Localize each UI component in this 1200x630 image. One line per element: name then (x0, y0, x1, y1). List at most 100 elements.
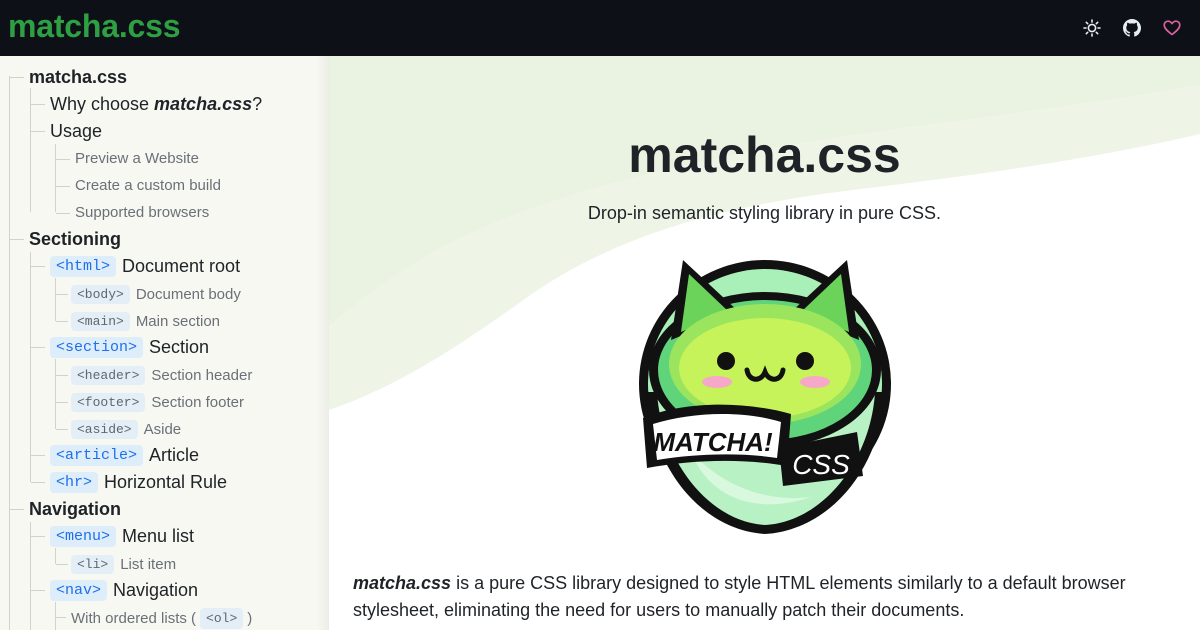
sidebar-item-label: Create a custom build (75, 176, 221, 194)
code-tag: <menu> (50, 525, 117, 547)
tree-line (31, 455, 45, 456)
tree-line (10, 509, 24, 510)
sidebar-item-header[interactable]: <header> Section header (71, 365, 252, 385)
sidebar-item-hr[interactable]: <hr> Horizontal Rule (50, 470, 227, 494)
sidebar-item-section[interactable]: <section> Section (50, 335, 209, 359)
sidebar-item-label: Navigation (113, 579, 199, 600)
mascot-css-text: CSS (792, 449, 850, 480)
code-tag: <ol> (200, 607, 244, 629)
tree-line (31, 590, 45, 591)
sidebar-item-label: Section footer (151, 393, 244, 411)
top-bar: matcha.css (0, 0, 1200, 56)
tree-line (56, 429, 68, 430)
heart-icon[interactable] (1158, 14, 1186, 42)
sidebar-item-main[interactable]: <main> Main section (71, 311, 220, 331)
sidebar-item-custom-build[interactable]: Create a custom build (75, 176, 221, 194)
tree-line (56, 321, 68, 322)
code-tag: <nav> (50, 579, 108, 601)
code-tag: <section> (50, 336, 144, 358)
tree-line (10, 239, 24, 240)
tree-line (31, 482, 45, 483)
sidebar-item-preview[interactable]: Preview a Website (75, 149, 199, 167)
sidebar-nav: matcha.css Why choose matcha.css ? Usage… (0, 56, 329, 630)
sun-icon[interactable] (1078, 14, 1106, 42)
sidebar-item-label: Why choose (50, 93, 155, 114)
tree-line (55, 548, 56, 564)
tree-line (55, 278, 56, 321)
tree-line (30, 252, 31, 482)
tree-line (31, 266, 45, 267)
tree-line (55, 602, 56, 630)
sidebar-item-label: Section header (151, 366, 253, 384)
tree-line (56, 294, 68, 295)
sidebar-item-browsers[interactable]: Supported browsers (75, 203, 209, 221)
sidebar-item-label: Horizontal Rule (104, 471, 228, 492)
tree-line (56, 402, 68, 403)
tree-line (30, 88, 31, 212)
tree-line (56, 159, 70, 160)
sidebar-item-emphasis: matcha.css (154, 93, 253, 114)
code-tag: <header> (71, 365, 146, 385)
code-tag: <aside> (71, 419, 138, 439)
tree-line (56, 617, 66, 618)
sidebar-item-ordered-lists[interactable]: With ordered lists ( <ol> ) (71, 607, 253, 629)
tree-line (55, 359, 56, 429)
sidebar-item-label: Document body (135, 285, 241, 303)
sidebar-item-label: List item (120, 555, 177, 573)
tree-line (10, 77, 24, 78)
sidebar-item-label: Main section (135, 312, 221, 330)
sidebar-item-label: Preview a Website (75, 149, 199, 167)
sidebar-item-matcha[interactable]: matcha.css (29, 67, 127, 87)
sidebar-item-suffix: ? (252, 93, 263, 114)
tree-line (56, 213, 70, 214)
sidebar-item-label: Usage (50, 120, 103, 141)
sidebar-item-li[interactable]: <li> List item (71, 554, 176, 574)
tree-line (31, 131, 45, 132)
sidebar-item-label: Article (149, 444, 200, 465)
tree-line (56, 564, 68, 565)
mascot-banner-text: MATCHA! (653, 427, 773, 457)
sidebar-item-nav[interactable]: <nav> Navigation (50, 578, 198, 602)
code-tag: <li> (71, 554, 115, 574)
github-icon[interactable] (1118, 14, 1146, 42)
tree-line (31, 536, 45, 537)
sidebar-item-aside[interactable]: <aside> Aside (71, 419, 181, 439)
sidebar-item-label: Aside (143, 420, 182, 438)
sidebar-item-why-choose[interactable]: Why choose matcha.css ? (50, 94, 262, 114)
page-title: matcha.css (628, 127, 901, 183)
intro-paragraph: matcha.css is a pure CSS library designe… (353, 570, 1153, 624)
sidebar-item-article[interactable]: <article> Article (50, 443, 199, 467)
sidebar-item-label: Navigation (29, 498, 122, 519)
code-tag: <main> (71, 311, 130, 331)
code-tag: <html> (50, 255, 117, 277)
code-tag: <body> (71, 284, 130, 304)
sidebar-item-label: Supported browsers (75, 203, 210, 221)
tree-line (9, 76, 10, 630)
intro-text: is a pure CSS library designed to style … (353, 573, 1126, 620)
sidebar-item-body[interactable]: <body> Document body (71, 284, 241, 304)
sidebar-item-sectioning[interactable]: Sectioning (29, 229, 121, 249)
sidebar-item-label: With ordered lists ( (71, 609, 197, 627)
tree-line (56, 186, 70, 187)
sidebar-item-label: Section (149, 336, 210, 357)
sidebar-item-label: Sectioning (29, 228, 122, 249)
sidebar-item-suffix: ) (247, 609, 253, 627)
sidebar-item-usage[interactable]: Usage (50, 121, 102, 141)
tree-line (31, 104, 45, 105)
code-tag: <hr> (50, 471, 99, 493)
matcha-mascot-logo: MATCHA! CSS (639, 260, 891, 534)
sidebar-item-menu[interactable]: <menu> Menu list (50, 524, 194, 548)
sidebar-item-footer[interactable]: <footer> Section footer (71, 392, 244, 412)
brand-title[interactable]: matcha.css (8, 8, 181, 45)
sidebar-item-label: Document root (122, 255, 241, 276)
code-tag: <article> (50, 444, 144, 466)
sidebar-item-navigation-group[interactable]: Navigation (29, 499, 121, 519)
page-subtitle: Drop-in semantic styling library in pure… (587, 203, 942, 223)
tree-line (31, 347, 45, 348)
sidebar-item-label: matcha.css (29, 66, 128, 87)
tree-line (30, 522, 31, 630)
tree-line (56, 375, 68, 376)
sidebar-item-label: Menu list (122, 525, 195, 546)
intro-emphasis: matcha.css (353, 573, 452, 593)
sidebar-item-html[interactable]: <html> Document root (50, 254, 240, 278)
